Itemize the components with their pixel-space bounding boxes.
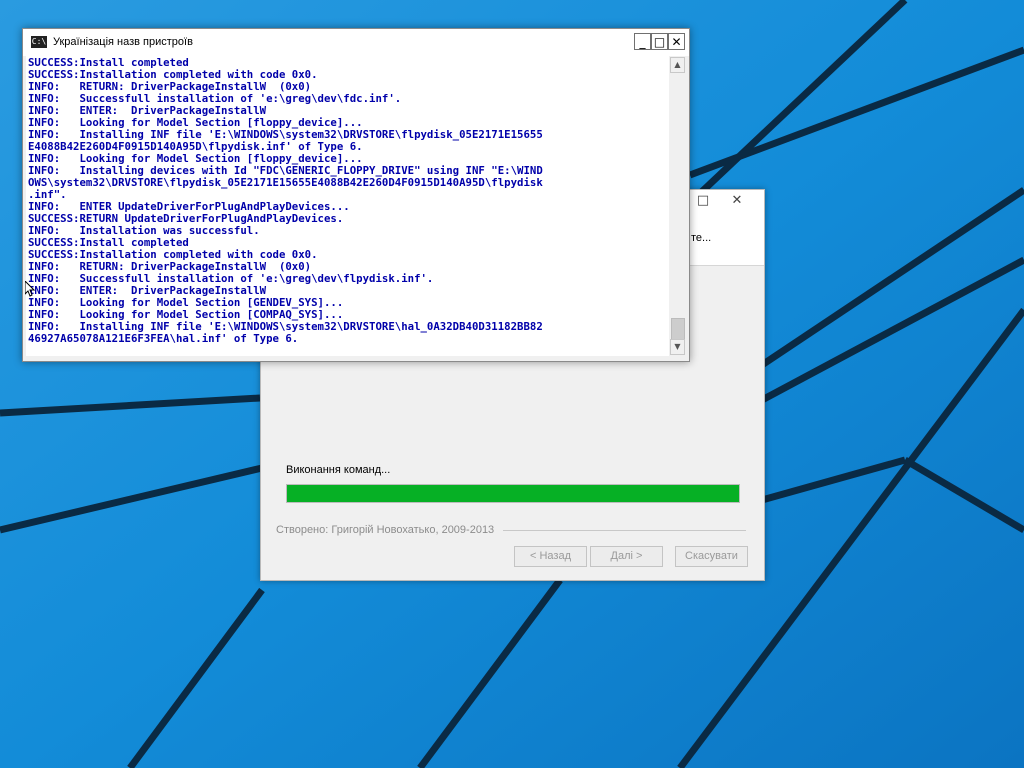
- scroll-up-arrow-icon[interactable]: ▲: [670, 57, 685, 73]
- cancel-button[interactable]: Скасувати: [675, 546, 748, 567]
- wizard-close-button[interactable]: ✕: [720, 190, 754, 212]
- progress-fill: [287, 485, 739, 502]
- console-window: C:\ Українізація назв пристроїв _ □ ✕ SU…: [22, 28, 690, 362]
- credits-divider: [503, 530, 746, 531]
- wizard-maximize-button[interactable]: □: [686, 190, 720, 212]
- wizard-header-text: те...: [691, 232, 712, 244]
- back-button[interactable]: < Назад: [514, 546, 587, 567]
- scroll-thumb[interactable]: [671, 318, 685, 340]
- next-button[interactable]: Далі >: [590, 546, 663, 567]
- status-text: Виконання команд...: [286, 464, 391, 476]
- mouse-cursor-icon: [25, 281, 35, 297]
- close-button[interactable]: ✕: [668, 33, 685, 50]
- console-output[interactable]: SUCCESS:Install completed SUCCESS:Instal…: [26, 56, 669, 356]
- cmd-icon: C:\: [31, 36, 47, 48]
- credits-text: Створено: Григорій Новохатько, 2009-2013: [276, 524, 495, 536]
- console-title: Українізація назв пристроїв: [53, 36, 193, 48]
- vertical-scrollbar[interactable]: ▲ ▼: [669, 56, 686, 356]
- minimize-button[interactable]: _: [634, 33, 651, 50]
- progress-bar: [286, 484, 740, 503]
- scroll-down-arrow-icon[interactable]: ▼: [670, 339, 685, 355]
- console-titlebar[interactable]: C:\ Українізація назв пристроїв _ □ ✕: [23, 29, 689, 56]
- maximize-button[interactable]: □: [651, 33, 668, 50]
- console-text: SUCCESS:Install completed SUCCESS:Instal…: [28, 56, 543, 345]
